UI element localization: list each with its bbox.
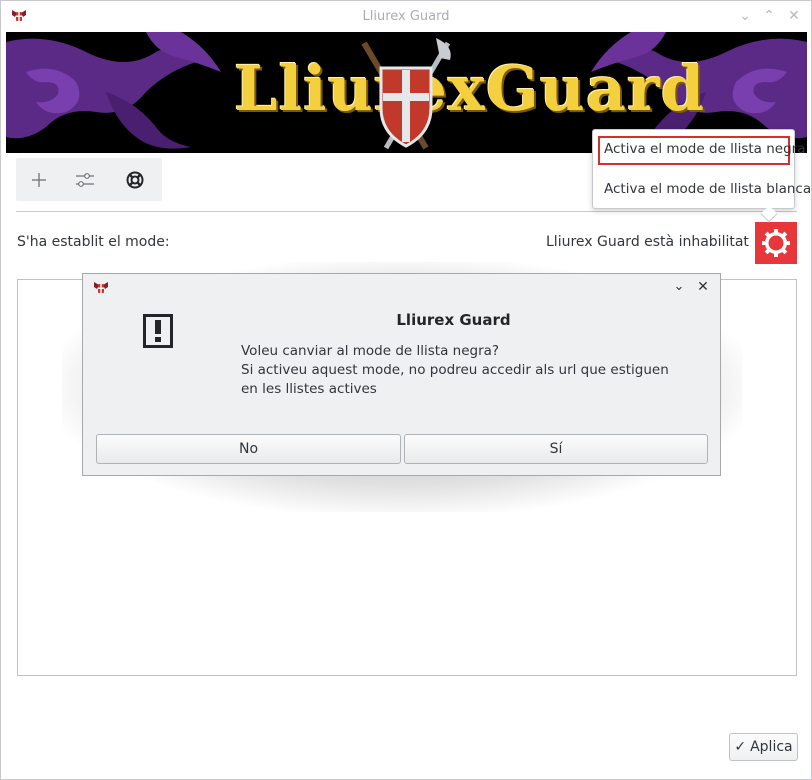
help-button[interactable]	[119, 164, 151, 196]
gear-icon	[762, 229, 790, 257]
lifebuoy-icon	[126, 171, 144, 189]
dialog-title: Lliurex Guard	[396, 311, 511, 329]
yes-button[interactable]: Sí	[404, 434, 708, 464]
dialog-message-line2: Si activeu aquest mode, no podreu accedi…	[241, 362, 669, 397]
add-button[interactable]	[23, 164, 55, 196]
apply-button[interactable]: ✓ Aplica	[729, 733, 798, 761]
chevron-up-icon[interactable]: ⌃	[760, 7, 778, 25]
apply-label: Aplica	[750, 739, 793, 755]
mode-popup-menu: Activa el mode de llista negra Activa el…	[592, 129, 811, 223]
check-icon: ✓	[734, 739, 747, 755]
no-button[interactable]: No	[96, 434, 401, 464]
app-icon	[94, 282, 108, 293]
menu-item-whitelist[interactable]: Activa el mode de llista blanca	[598, 176, 811, 205]
menu-item-blacklist[interactable]: Activa el mode de llista negra	[598, 136, 806, 165]
mode-label: S'ha establit el mode:	[17, 234, 170, 250]
separator	[16, 211, 797, 212]
chevron-down-icon[interactable]: ⌄	[670, 278, 688, 296]
plus-icon	[32, 173, 46, 187]
window-titlebar: Lliurex Guard ⌄ ⌃ ✕	[1, 1, 811, 32]
window-title: Lliurex Guard	[362, 9, 450, 24]
dialog-message: Voleu canviar al mode de llista negra? S…	[241, 342, 681, 399]
chevron-down-icon[interactable]: ⌄	[736, 7, 754, 25]
dialog-message-line1: Voleu canviar al mode de llista negra?	[241, 343, 500, 359]
close-icon[interactable]: ✕	[694, 278, 712, 296]
banner-title: LliurexGuard	[234, 52, 706, 125]
close-icon[interactable]: ✕	[785, 7, 803, 25]
options-button[interactable]	[69, 164, 101, 196]
toolbar	[16, 158, 162, 201]
shield-emblem-icon	[361, 38, 451, 150]
settings-sliders-icon	[76, 173, 94, 187]
confirm-dialog: ⌄ ✕ Lliurex Guard Voleu canviar al mode …	[82, 273, 721, 476]
mode-toggle-button[interactable]	[755, 222, 797, 264]
status-text: Lliurex Guard està inhabilitat	[546, 234, 749, 250]
